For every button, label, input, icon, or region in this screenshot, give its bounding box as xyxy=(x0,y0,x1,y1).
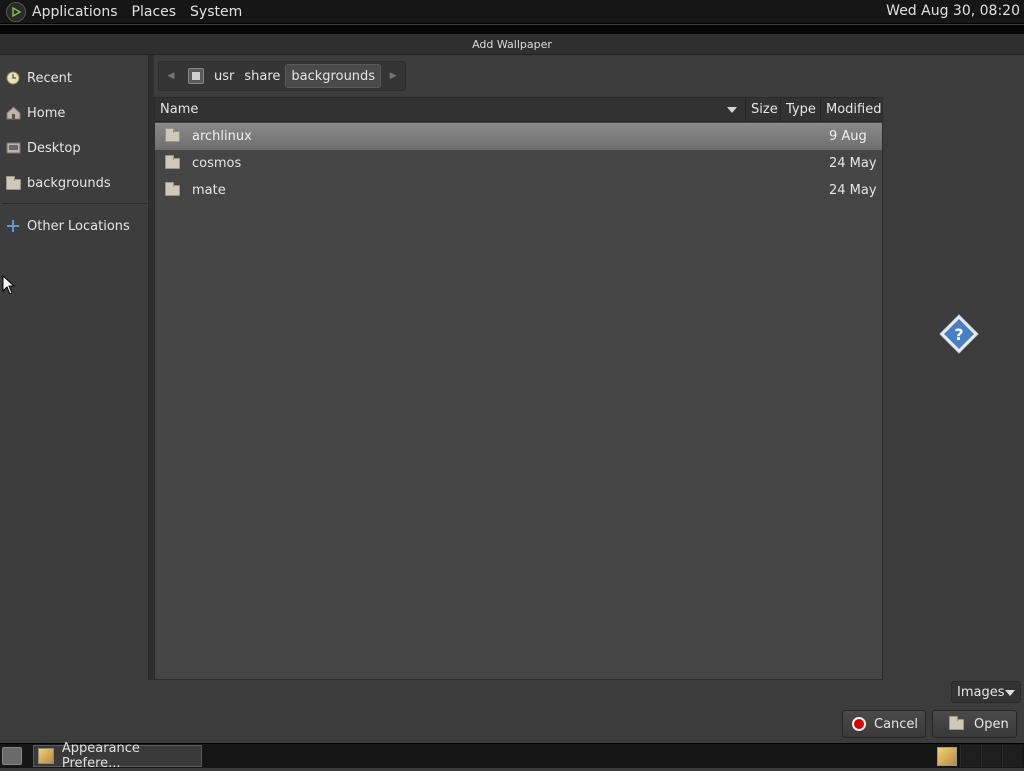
workspace-3[interactable] xyxy=(1002,745,1022,767)
sidebar-item-label: backgrounds xyxy=(27,175,111,191)
file-list-header: Name Size Type Modified xyxy=(155,98,882,122)
dialog-title: Add Wallpaper xyxy=(0,34,1024,55)
path-forward-arrow-icon[interactable]: ▶ xyxy=(381,62,405,90)
file-type-filter[interactable]: Images xyxy=(951,681,1021,703)
workspace-2[interactable] xyxy=(981,745,1001,767)
sort-down-icon xyxy=(727,107,737,113)
desktop-icon xyxy=(6,141,22,155)
sidebar-item-other-locations[interactable]: Other Locations xyxy=(0,211,149,241)
help-icon: ? xyxy=(939,314,979,354)
file-list: Name Size Type Modified archlinux 9 Aug … xyxy=(154,97,883,680)
column-modified-label: Modified xyxy=(826,102,882,117)
tray-appearance-icon[interactable] xyxy=(937,747,957,766)
menu-applications[interactable]: Applications xyxy=(32,4,118,20)
folder-open-icon xyxy=(949,715,964,730)
plus-icon xyxy=(6,219,22,233)
taskbar-item-label: Appearance Prefere... xyxy=(61,741,140,771)
crumb-share[interactable]: share xyxy=(239,62,285,90)
open-label: Open xyxy=(974,716,1009,732)
column-size-label: Size xyxy=(751,102,778,117)
open-button[interactable]: Open xyxy=(932,710,1017,738)
column-size[interactable]: Size xyxy=(746,98,781,122)
recent-icon xyxy=(6,71,22,85)
svg-text:?: ? xyxy=(954,325,963,344)
path-back-arrow-icon[interactable]: ◀ xyxy=(159,62,183,90)
file-modified: 9 Aug xyxy=(829,129,867,144)
column-type-label: Type xyxy=(786,102,816,117)
filter-label: Images xyxy=(957,684,1005,700)
places-sidebar: Recent Home Desktop backgrounds Other Lo… xyxy=(0,55,149,680)
folder-icon xyxy=(165,182,180,196)
column-name[interactable]: Name xyxy=(155,98,746,122)
file-modified: 24 May xyxy=(829,156,877,171)
drive-icon xyxy=(188,68,204,84)
file-name: mate xyxy=(192,183,226,198)
cancel-label: Cancel xyxy=(874,716,919,732)
sidebar-item-backgrounds[interactable]: backgrounds xyxy=(0,168,149,198)
file-modified: 24 May xyxy=(829,183,877,198)
taskbar-item-appearance[interactable]: Appearance Prefere... xyxy=(33,741,202,771)
top-panel: Applications Places System Wed Aug 30, 0… xyxy=(0,0,1024,24)
folder-icon xyxy=(165,155,180,169)
file-name: cosmos xyxy=(192,156,242,171)
sidebar-item-label: Home xyxy=(27,105,66,121)
preview-pane xyxy=(884,97,1024,680)
sidebar-item-label: Other Locations xyxy=(27,218,130,234)
bottom-panel: Appearance Prefere... xyxy=(0,741,1024,771)
mouse-cursor-icon xyxy=(2,275,16,295)
column-modified[interactable]: Modified xyxy=(821,98,882,122)
sidebar-item-home[interactable]: Home xyxy=(0,98,149,128)
path-bar: ◀ usr share backgrounds ▶ xyxy=(158,61,407,91)
cancel-icon xyxy=(852,717,866,731)
column-type[interactable]: Type xyxy=(781,98,821,122)
sidebar-item-label: Desktop xyxy=(27,140,81,156)
sidebar-separator xyxy=(2,203,147,204)
home-icon xyxy=(6,106,22,120)
desktop-strip xyxy=(0,25,1024,34)
sidebar-item-desktop[interactable]: Desktop xyxy=(0,133,149,163)
appearance-app-icon xyxy=(38,748,54,764)
crumb-root[interactable] xyxy=(183,62,209,90)
sidebar-item-label: Recent xyxy=(27,70,72,86)
workspace-1[interactable] xyxy=(960,745,980,767)
crumb-backgrounds[interactable]: backgrounds xyxy=(285,64,382,88)
file-name: archlinux xyxy=(192,129,252,144)
sidebar-item-recent[interactable]: Recent xyxy=(0,63,149,93)
file-row[interactable]: cosmos 24 May xyxy=(155,150,882,177)
applications-logo-icon[interactable] xyxy=(6,1,26,22)
file-row[interactable]: archlinux 9 Aug xyxy=(155,123,882,150)
show-desktop-icon[interactable] xyxy=(2,747,22,765)
folder-icon xyxy=(6,176,22,190)
folder-icon xyxy=(165,128,180,142)
column-name-label: Name xyxy=(160,102,199,117)
clock[interactable]: Wed Aug 30, 08:20 xyxy=(886,3,1020,19)
menu-places[interactable]: Places xyxy=(132,4,177,20)
file-row[interactable]: mate 24 May xyxy=(155,177,882,204)
menu-system[interactable]: System xyxy=(190,4,242,20)
file-chooser-dialog: Recent Home Desktop backgrounds Other Lo… xyxy=(0,55,1024,743)
crumb-usr[interactable]: usr xyxy=(209,62,239,90)
dropdown-caret-icon xyxy=(1005,690,1015,696)
cancel-button[interactable]: Cancel xyxy=(842,710,926,738)
